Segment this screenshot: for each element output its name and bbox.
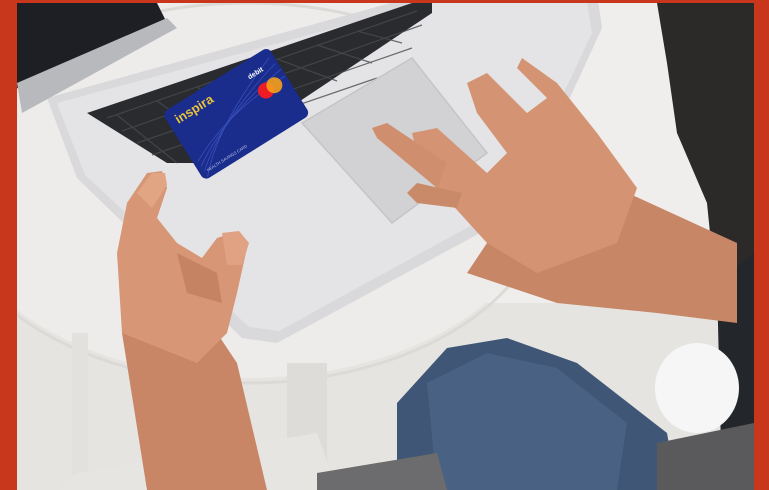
frame: inspira debit HEALTH SAVINGS CARD [0,0,769,490]
photo-scene: inspira debit HEALTH SAVINGS CARD [17,3,754,490]
photo: inspira debit HEALTH SAVINGS CARD [17,3,754,490]
